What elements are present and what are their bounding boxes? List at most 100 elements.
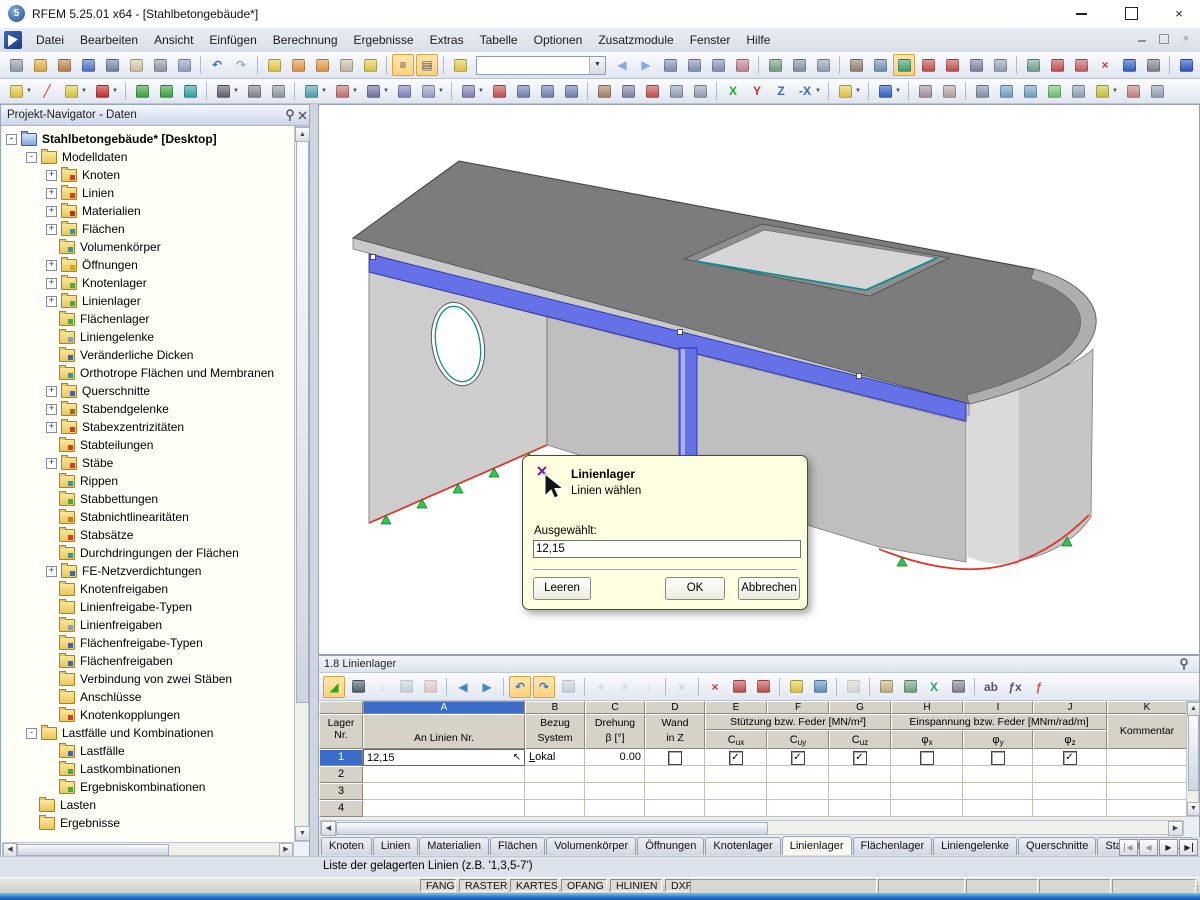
menu-ansicht[interactable]: Ansicht: [146, 29, 201, 51]
checkbox-wand-in-z[interactable]: [668, 751, 682, 765]
comment-icon[interactable]: [359, 54, 381, 76]
navigator-vertical-scrollbar[interactable]: ▲ ▼: [294, 126, 309, 842]
tree-item-knotenlager[interactable]: +Knotenlager: [2, 274, 294, 292]
excel-export-icon[interactable]: X: [923, 676, 945, 698]
table-tab-öffnungen[interactable]: Öffnungen: [637, 837, 704, 855]
column-letter-H[interactable]: H: [891, 701, 963, 714]
results-diagram-icon[interactable]: [1122, 80, 1144, 102]
menu-datei[interactable]: Datei: [28, 29, 72, 51]
extrude-icon[interactable]: ▼: [362, 80, 384, 102]
table-yellow-icon[interactable]: [785, 676, 807, 698]
ok-button[interactable]: OK: [665, 577, 725, 600]
dim-red-icon[interactable]: [731, 54, 753, 76]
surface-tool-icon[interactable]: ▼: [300, 80, 322, 102]
empty-cell[interactable]: [363, 783, 525, 800]
tree-item-lastfälle[interactable]: Lastfälle: [2, 742, 294, 760]
new-opening-icon[interactable]: ▼: [417, 80, 439, 102]
move-node-icon[interactable]: [488, 80, 510, 102]
table-undo-icon[interactable]: ↶: [509, 676, 531, 698]
tree-expander-icon[interactable]: +: [46, 422, 57, 433]
zoom-cancel-icon[interactable]: [641, 80, 663, 102]
row-number-2[interactable]: 2: [319, 766, 363, 783]
zoom-window-icon[interactable]: [617, 80, 639, 102]
guide-object-icon[interactable]: [938, 80, 960, 102]
line-type-icon[interactable]: ▼: [60, 80, 82, 102]
new-line-icon[interactable]: ╱: [36, 80, 58, 102]
empty-cell[interactable]: [525, 800, 585, 817]
tree-item-linienlager[interactable]: +Linienlager: [2, 292, 294, 310]
checkbox-cell-D[interactable]: [645, 749, 705, 766]
display-properties-icon[interactable]: ▼: [874, 80, 896, 102]
tree-item-materialien[interactable]: +Materialien: [2, 202, 294, 220]
tree-expander-icon[interactable]: -: [6, 134, 17, 145]
tree-expander-icon[interactable]: +: [46, 188, 57, 199]
empty-cell[interactable]: [767, 800, 829, 817]
leeren-button[interactable]: Leeren: [533, 577, 591, 600]
prev-icon[interactable]: ◀: [611, 54, 633, 76]
tree-expander-icon[interactable]: -: [26, 152, 37, 163]
navigator-horizontal-scrollbar[interactable]: ◀ ▶: [2, 842, 294, 856]
empty-cell[interactable]: [1107, 766, 1187, 783]
cell-kommentar[interactable]: [1107, 749, 1187, 766]
plane-xz-icon[interactable]: [941, 54, 963, 76]
tree-item-knoten[interactable]: +Knoten: [2, 166, 294, 184]
new-loadcase-icon[interactable]: [449, 54, 471, 76]
empty-cell[interactable]: [1107, 800, 1187, 817]
visibility-icon[interactable]: ▼: [834, 80, 856, 102]
tree-item-durchdringungen-der-flächen[interactable]: Durchdringungen der Flächen: [2, 544, 294, 562]
table-tab-flächenlager[interactable]: Flächenlager: [853, 837, 933, 855]
table-tab-flächen[interactable]: Flächen: [490, 837, 545, 855]
table-tab-volumenkörper[interactable]: Volumenkörper: [546, 837, 636, 855]
handshake-icon[interactable]: [845, 54, 867, 76]
view-x-icon[interactable]: X: [722, 80, 744, 102]
results-solid-icon[interactable]: [1019, 80, 1041, 102]
empty-cell[interactable]: [705, 800, 767, 817]
empty-cell[interactable]: [963, 800, 1033, 817]
undo-icon[interactable]: ↶: [206, 54, 228, 76]
tree-item-stabexzentrizitäten[interactable]: +Stabexzentrizitäten: [2, 418, 294, 436]
column-letter-I[interactable]: I: [963, 701, 1033, 714]
empty-cell[interactable]: [891, 800, 963, 817]
selected-lines-input[interactable]: [533, 540, 801, 558]
clipboard-icon[interactable]: [125, 54, 147, 76]
empty-cell[interactable]: [829, 766, 891, 783]
rotate-view-icon[interactable]: [287, 54, 309, 76]
empty-cell[interactable]: [1033, 766, 1107, 783]
table-tab-linien[interactable]: Linien: [373, 837, 418, 855]
table-tab-liniengelenke[interactable]: Liniengelenke: [933, 837, 1017, 855]
notes-icon[interactable]: [875, 676, 897, 698]
tree-item-orthotrope-flächen-und-membranen[interactable]: Orthotrope Flächen und Membranen: [2, 364, 294, 382]
info-icon[interactable]: [1118, 54, 1140, 76]
empty-cell[interactable]: [1033, 800, 1107, 817]
mode-hlinien[interactable]: HLINIEN: [610, 879, 662, 892]
loadcase-combo[interactable]: ▼: [476, 56, 606, 75]
mirror-icon[interactable]: [1070, 54, 1092, 76]
tree-item-linienfreigaben[interactable]: Linienfreigaben: [2, 616, 294, 634]
menu-zusatzmodule[interactable]: Zusatzmodule: [590, 29, 681, 51]
tree-item-flächenlager[interactable]: Flächenlager: [2, 310, 294, 328]
view-z-icon[interactable]: Z: [770, 80, 792, 102]
menu-berechnung[interactable]: Berechnung: [265, 29, 346, 51]
abbrechen-button[interactable]: Abbrechen: [738, 577, 800, 600]
guide-line-icon[interactable]: [914, 80, 936, 102]
dimension-tool-icon[interactable]: ▼: [212, 80, 234, 102]
select-rect-icon[interactable]: [267, 80, 289, 102]
insert-row-icon[interactable]: [347, 676, 369, 698]
maximize-button[interactable]: [1116, 4, 1146, 24]
mode-ofang[interactable]: OFANG: [561, 879, 607, 892]
row-number-4[interactable]: 4: [319, 800, 363, 817]
tree-item-lastfälle-und-kombinationen[interactable]: -Lastfälle und Kombinationen: [2, 724, 294, 742]
workplane-icon[interactable]: [893, 54, 915, 76]
empty-cell[interactable]: [891, 766, 963, 783]
checkbox-cell-E[interactable]: ✓: [705, 749, 767, 766]
empty-cell[interactable]: [829, 800, 891, 817]
menu-tabelle[interactable]: Tabelle: [472, 29, 526, 51]
save-icon[interactable]: [101, 54, 123, 76]
tree-item-stabnichtlinearitäten[interactable]: Stabnichtlinearitäten: [2, 508, 294, 526]
view-y-icon[interactable]: Y: [746, 80, 768, 102]
checkbox-uz[interactable]: ✓: [853, 751, 867, 765]
gears-icon[interactable]: [764, 54, 786, 76]
redo-icon[interactable]: ↷: [230, 54, 252, 76]
cell-an-linien-nr[interactable]: 12,15↖: [363, 749, 525, 766]
tree-expander-icon[interactable]: +: [46, 224, 57, 235]
